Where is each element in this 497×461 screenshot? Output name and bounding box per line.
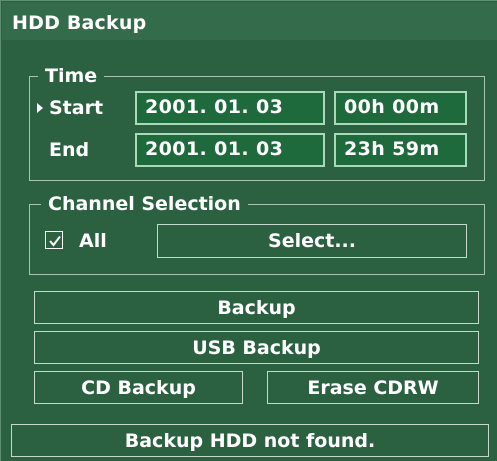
- end-date-field[interactable]: 2001. 01. 03: [135, 133, 325, 167]
- erase-cdrw-button[interactable]: Erase CDRW: [267, 371, 479, 404]
- selected-row-marker-icon: [37, 103, 43, 113]
- all-channels-label: All: [79, 230, 107, 252]
- start-date-field[interactable]: 2001. 01. 03: [135, 91, 325, 125]
- window-title: HDD Backup: [2, 2, 497, 40]
- start-label: Start: [49, 97, 104, 119]
- select-channels-button[interactable]: Select...: [157, 224, 467, 258]
- status-bar: Backup HDD not found.: [11, 424, 489, 457]
- all-channels-checkbox[interactable]: [45, 231, 63, 249]
- backup-button[interactable]: Backup: [34, 291, 479, 324]
- usb-backup-button[interactable]: USB Backup: [34, 331, 479, 364]
- end-label: End: [49, 139, 90, 161]
- checkmark-icon: [49, 235, 61, 247]
- start-time-field[interactable]: 00h 00m: [334, 91, 467, 125]
- time-legend: Time: [38, 63, 105, 89]
- end-time-field[interactable]: 23h 59m: [334, 133, 467, 167]
- channel-selection-legend: Channel Selection: [41, 191, 248, 217]
- cd-backup-button[interactable]: CD Backup: [34, 371, 243, 404]
- hdd-backup-window: HDD Backup Time Start 2001. 01. 03 00h 0…: [0, 0, 497, 461]
- status-message: Backup HDD not found.: [124, 429, 376, 452]
